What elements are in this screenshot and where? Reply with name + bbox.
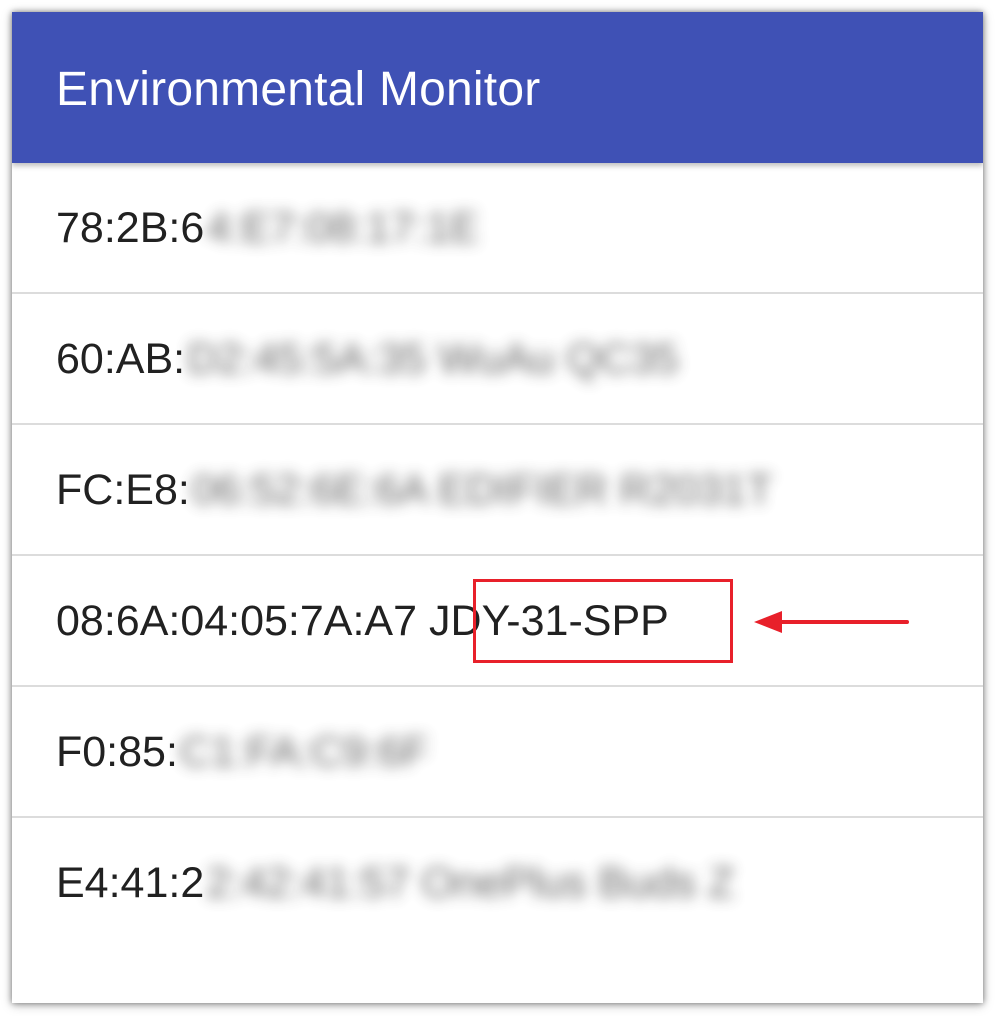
app-bar: Environmental Monitor <box>12 12 983 163</box>
device-row[interactable]: F0:85:C1:FA:C9:6F <box>12 687 983 818</box>
phone-screen: Environmental Monitor 78:2B:64:E7:08:17:… <box>12 12 983 1003</box>
device-name: JDY-31-SPP <box>429 597 669 645</box>
device-list: 78:2B:64:E7:08:17:1E 60:AB:D2:45:5A:35 W… <box>12 163 983 949</box>
arrow-left-icon <box>754 611 909 633</box>
device-mac: 08:6A:04:05:7A:A7 <box>56 597 418 645</box>
device-mac: FC:E8: <box>56 466 190 514</box>
redacted-device-info: D2:45:5A:35 WuAu QC35 <box>187 335 679 383</box>
device-row-jdy31[interactable]: 08:6A:04:05:7A:A7 JDY-31-SPP <box>12 556 983 687</box>
redacted-device-info: 06:52:6E:6A EDIFIER R2031T <box>191 466 773 514</box>
device-mac: E4:41:2 <box>56 859 205 907</box>
device-row[interactable]: E4:41:22:42:41:57 OnePlus Buds Z <box>12 818 983 949</box>
redacted-device-info: 4:E7:08:17:1E <box>206 204 479 252</box>
device-mac: 60:AB: <box>56 335 186 383</box>
device-row[interactable]: 78:2B:64:E7:08:17:1E <box>12 163 983 294</box>
redacted-device-info: C1:FA:C9:6F <box>179 728 429 776</box>
device-row[interactable]: 60:AB:D2:45:5A:35 WuAu QC35 <box>12 294 983 425</box>
device-row[interactable]: FC:E8:06:52:6E:6A EDIFIER R2031T <box>12 425 983 556</box>
redacted-device-info: 2:42:41:57 OnePlus Buds Z <box>206 859 735 907</box>
device-mac: 78:2B:6 <box>56 204 205 252</box>
app-title: Environmental Monitor <box>56 63 541 116</box>
device-mac: F0:85: <box>56 728 178 776</box>
